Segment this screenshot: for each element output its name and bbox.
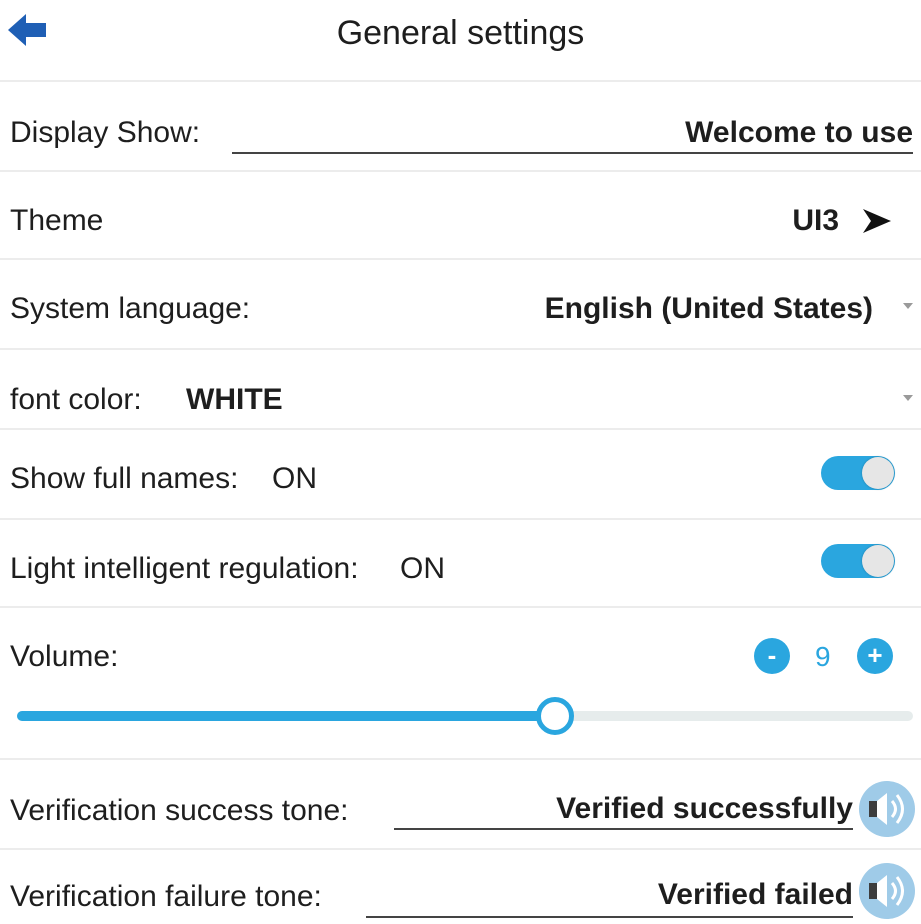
volume-increase-button[interactable]: + (857, 638, 893, 674)
page-title: General settings (336, 14, 585, 52)
theme-row[interactable]: UI3 Theme (0, 170, 921, 260)
volume-slider-track[interactable] (17, 697, 913, 735)
show-full-names-toggle[interactable] (821, 456, 895, 490)
success-tone-label: Verification success tone: (10, 794, 349, 827)
header-bar: General settings (0, 0, 921, 80)
volume-slider-thumb[interactable] (536, 697, 574, 735)
speaker-icon[interactable] (859, 781, 915, 837)
system-language-row[interactable]: System language: English (United States) (0, 258, 921, 350)
font-color-row[interactable]: font color: WHITE (0, 348, 921, 430)
failure-tone-label: Verification failure tone: (10, 880, 322, 913)
volume-decrease-button[interactable]: - (754, 638, 790, 674)
volume-label: Volume: (10, 640, 119, 673)
volume-value: 9 (815, 641, 831, 672)
speaker-icon-graphic (869, 875, 904, 907)
light-regulation-state: ON (400, 552, 445, 585)
show-full-names-row: Show full names: ON (0, 428, 921, 520)
arrow-right-icon[interactable] (863, 209, 891, 233)
toggle-knob (862, 545, 894, 577)
font-color-label: font color: (10, 383, 142, 416)
show-full-names-label: Show full names: (10, 462, 239, 495)
success-tone-value[interactable]: Verified successfully (556, 792, 853, 826)
volume-slider-fill (17, 711, 555, 721)
light-regulation-row: Light intelligent regulation: ON (0, 518, 921, 608)
light-regulation-toggle[interactable] (821, 544, 895, 578)
failure-tone-underline[interactable] (366, 916, 853, 918)
chevron-down-icon[interactable] (903, 303, 913, 309)
success-tone-row: Verification success tone: Verified succ… (0, 758, 921, 850)
show-full-names-state: ON (272, 462, 317, 495)
display-show-row: Display Show: Welcome to use (0, 80, 921, 170)
system-language-label: System language: (10, 292, 251, 325)
volume-row: Volume: - 9 + (0, 606, 921, 760)
success-tone-underline[interactable] (394, 828, 853, 830)
display-show-label: Display Show: (10, 116, 201, 149)
failure-tone-row: Verification failure tone: Verified fail… (0, 848, 921, 921)
light-regulation-label: Light intelligent regulation: (10, 552, 359, 585)
display-show-input-underline[interactable] (232, 152, 913, 154)
display-show-value[interactable]: Welcome to use (685, 116, 913, 150)
speaker-icon[interactable] (859, 863, 915, 919)
theme-label: Theme (10, 204, 104, 237)
chevron-down-icon[interactable] (903, 395, 913, 401)
font-color-value[interactable]: WHITE (186, 383, 283, 417)
system-language-value[interactable]: English (United States) (545, 292, 873, 326)
failure-tone-value[interactable]: Verified failed (658, 878, 853, 912)
theme-value: UI3 (792, 204, 839, 237)
speaker-icon-graphic (869, 793, 904, 825)
toggle-knob (862, 457, 894, 489)
